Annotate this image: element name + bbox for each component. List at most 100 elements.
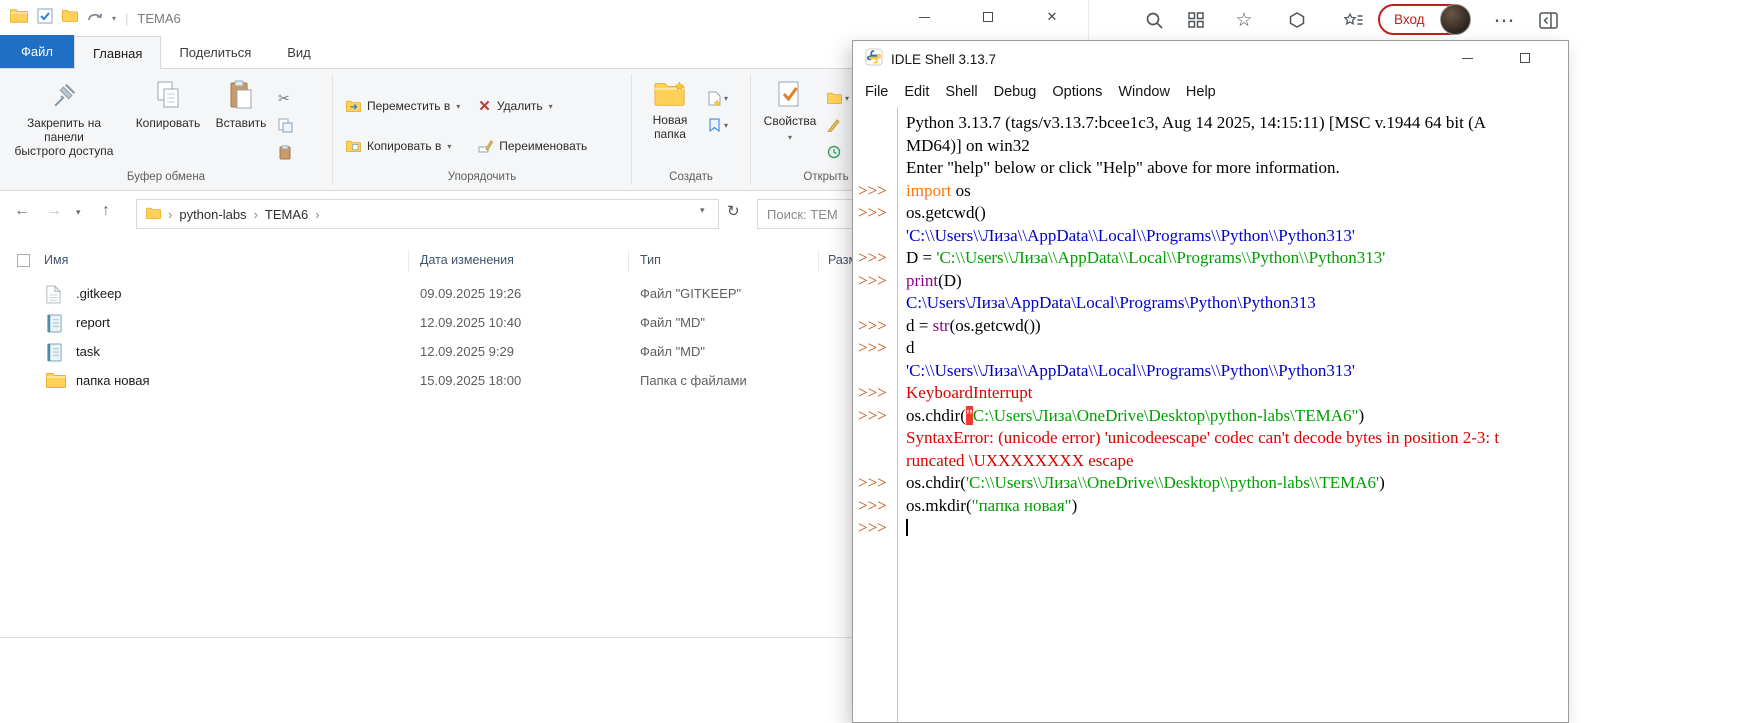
favorites-star-icon[interactable]: ☆: [1231, 8, 1257, 32]
crumb-chevron-icon: ›: [315, 207, 319, 222]
select-all-checkbox[interactable]: [17, 254, 30, 267]
breadcrumb-tema6[interactable]: ТЕМА6: [265, 207, 308, 222]
shell-prompt: >>>: [853, 405, 897, 428]
file-name: .gitkeep: [76, 286, 122, 301]
paste-shortcut-button[interactable]: [278, 142, 293, 162]
qat-redo-icon[interactable]: [87, 9, 103, 28]
browser-menu-icon[interactable]: ⋯: [1491, 8, 1517, 32]
menu-file[interactable]: File: [857, 84, 896, 100]
idle-minimize-button[interactable]: [1438, 41, 1496, 75]
file-date: 12.09.2025 10:40: [420, 315, 521, 330]
close-button[interactable]: ✕: [1020, 0, 1084, 34]
file-type: Файл "MD": [640, 344, 705, 359]
shell-line: >>>os.getcwd(): [853, 202, 1568, 225]
edit-button[interactable]: [827, 115, 849, 135]
file-date: 12.09.2025 9:29: [420, 344, 514, 359]
menu-help[interactable]: Help: [1178, 84, 1224, 100]
minimize-icon: [1462, 58, 1473, 59]
paste-shortcut-icon: [278, 145, 292, 160]
shell-prompt: >>>: [853, 472, 897, 495]
tab-file[interactable]: Файл: [0, 35, 74, 68]
rename-button[interactable]: Переименовать: [471, 134, 594, 158]
recent-locations-caret-icon[interactable]: ▾: [76, 207, 81, 218]
tab-view[interactable]: Вид: [269, 36, 329, 68]
minimize-icon: [919, 17, 930, 18]
maximize-button[interactable]: [956, 0, 1020, 34]
sidebar-toggle-icon[interactable]: [1535, 8, 1561, 32]
apps-grid-icon[interactable]: [1183, 8, 1209, 32]
ribbon-group-new: Новая папка ▾ ▾ Создать: [632, 69, 750, 190]
cut-button[interactable]: ✂: [278, 88, 293, 108]
idle-maximize-button[interactable]: [1496, 41, 1554, 75]
ribbon-group-organize: Переместить в ▾ Копировать в ▾ ✕ Удалить: [333, 69, 631, 190]
menu-window[interactable]: Window: [1110, 84, 1178, 100]
column-divider[interactable]: [628, 250, 629, 272]
breadcrumb-python-labs[interactable]: python-labs: [179, 207, 246, 222]
idle-window-icon: [865, 48, 883, 71]
shell-line-text: Python 3.13.7 (tags/v3.13.7:bcee1c3, Aug…: [897, 112, 1568, 135]
shell-line-text: [897, 517, 1568, 540]
shell-line-text: MD64)] on win32: [897, 135, 1568, 158]
copy-button[interactable]: Копировать: [128, 76, 208, 134]
refresh-icon[interactable]: ↻: [727, 202, 740, 220]
column-divider[interactable]: [408, 250, 409, 272]
qat-newfolder-icon[interactable]: [62, 9, 78, 27]
new-item-button[interactable]: ▾: [708, 88, 728, 108]
history-button[interactable]: [827, 142, 849, 162]
pin-to-quickaccess-button[interactable]: Закрепить на панели быстрого доступа: [0, 76, 128, 162]
paste-icon: [228, 80, 254, 113]
copy-icon: [154, 80, 182, 113]
column-header-type[interactable]: Тип: [640, 253, 661, 267]
search-icon[interactable]: [1141, 8, 1167, 32]
tab-home[interactable]: Главная: [74, 36, 161, 69]
back-icon[interactable]: ←: [14, 202, 30, 220]
up-icon[interactable]: ↑: [102, 202, 110, 220]
menu-shell[interactable]: Shell: [937, 84, 985, 100]
open-icon: [827, 92, 842, 104]
shell-line: >>>print(D): [853, 270, 1568, 293]
new-folder-button[interactable]: Новая папка: [636, 76, 704, 145]
shell-line: >>>d: [853, 337, 1568, 360]
desktop: ☆ Вход ⋯: [0, 0, 1743, 723]
address-dropdown-caret-icon[interactable]: ▾: [700, 205, 705, 216]
shell-line-text: runcated \UXXXXXXXX escape: [897, 450, 1568, 473]
shell-line: >>>os.chdir("C:\Users\Лиза\OneDrive\Desk…: [853, 405, 1568, 428]
shell-output[interactable]: Python 3.13.7 (tags/v3.13.7:bcee1c3, Aug…: [853, 107, 1568, 722]
shell-prompt: [853, 292, 897, 315]
paste-button[interactable]: Вставить: [208, 76, 274, 134]
shell-line-text: os.getcwd(): [897, 202, 1568, 225]
tab-share[interactable]: Поделиться: [161, 36, 269, 68]
minimize-button[interactable]: [892, 0, 956, 34]
move-to-button[interactable]: Переместить в ▾: [339, 94, 467, 118]
delete-button[interactable]: ✕ Удалить ▾: [471, 94, 594, 118]
column-header-date[interactable]: Дата изменения: [420, 253, 514, 267]
extensions-icon[interactable]: [1284, 8, 1310, 32]
profile-avatar[interactable]: [1440, 4, 1471, 35]
copy-to-button[interactable]: Копировать в ▾: [339, 134, 467, 158]
qat-properties-icon[interactable]: [37, 8, 53, 29]
properties-button[interactable]: Свойства ▾: [757, 76, 823, 149]
column-header-name[interactable]: Имя: [44, 253, 68, 267]
signin-button[interactable]: Вход: [1378, 4, 1470, 35]
menu-edit[interactable]: Edit: [896, 84, 937, 100]
menu-options[interactable]: Options: [1044, 84, 1110, 100]
shell-line: Enter "help" below or click "Help" above…: [853, 157, 1568, 180]
column-divider[interactable]: [818, 250, 819, 272]
shell-prompt: >>>: [853, 247, 897, 270]
address-box[interactable]: › python-labs › ТЕМА6 ›: [136, 199, 719, 229]
shell-line-text: os.chdir("C:\Users\Лиза\OneDrive\Desktop…: [897, 405, 1568, 428]
shell-line-text: Enter "help" below or click "Help" above…: [897, 157, 1568, 180]
text-cursor: [906, 519, 908, 536]
file-icon-md: [46, 343, 63, 365]
qat-customize-caret-icon[interactable]: ▾: [112, 14, 116, 23]
easy-access-button[interactable]: ▾: [708, 115, 728, 135]
open-button[interactable]: ▾: [827, 88, 849, 108]
copy-path-button[interactable]: [278, 115, 293, 135]
new-item-caret-icon: ▾: [724, 94, 728, 103]
favorites-bar-icon[interactable]: [1340, 8, 1366, 32]
delete-caret-icon: ▾: [549, 102, 553, 111]
file-type: Папка с файлами: [640, 373, 747, 388]
forward-icon[interactable]: →: [46, 202, 62, 220]
menu-debug[interactable]: Debug: [986, 84, 1045, 100]
shell-prompt: [853, 157, 897, 180]
